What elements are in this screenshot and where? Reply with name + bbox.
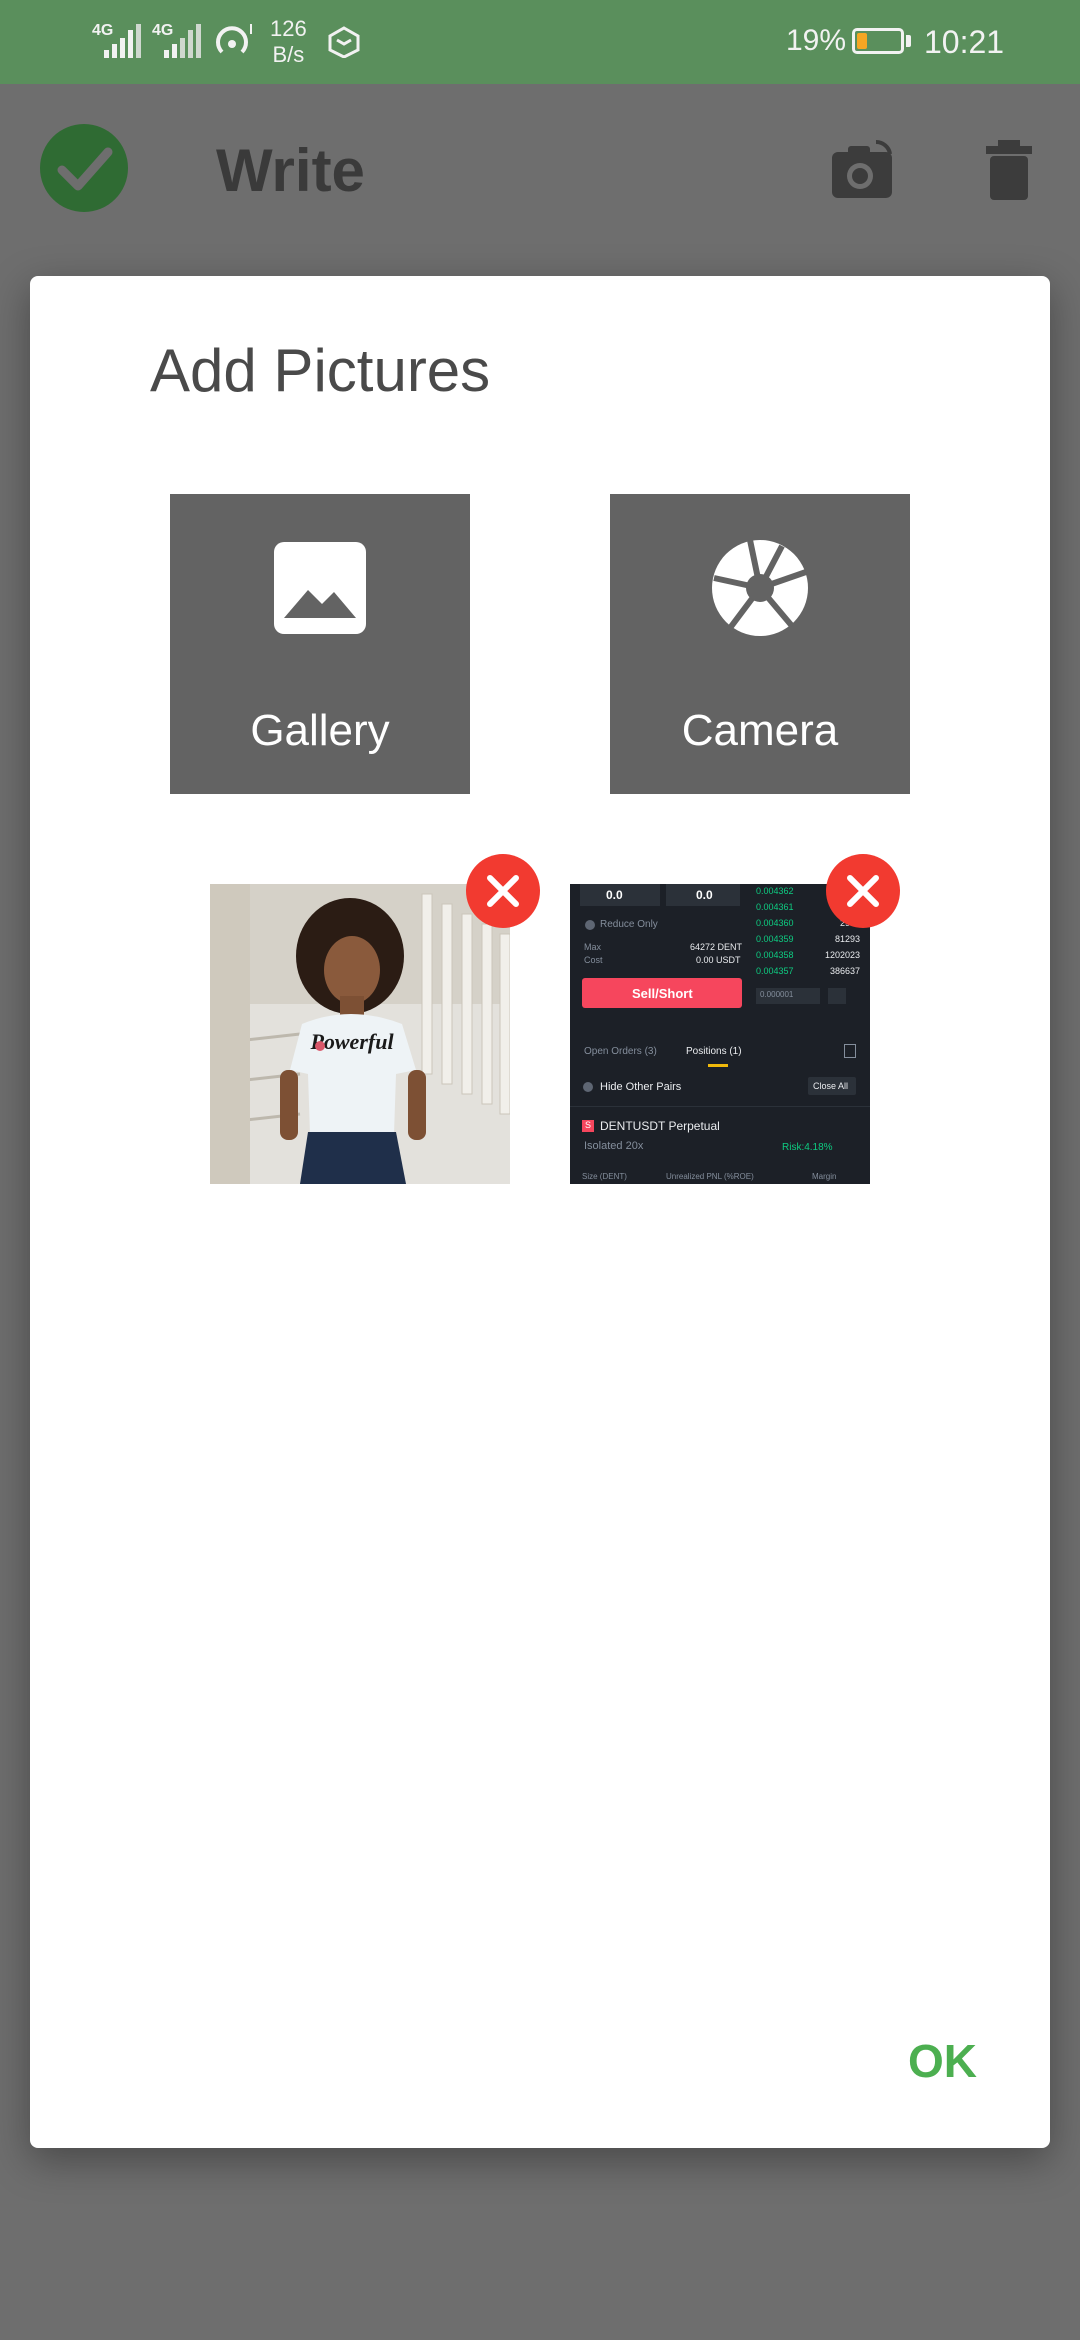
add-pictures-dialog: Add Pictures Gallery Camera Powerful 0.0…: [30, 276, 1050, 2148]
order-size: 1202023: [824, 950, 860, 960]
max-value: 64272 DENT: [690, 942, 743, 952]
step-select: 0.000001: [760, 990, 794, 999]
reduce-only-label: Reduce Only: [600, 919, 658, 930]
trash-icon[interactable]: [984, 140, 1034, 200]
signal-icon-2: [164, 24, 201, 58]
symbol-badge: S: [585, 1120, 592, 1130]
battery-icon: [852, 28, 904, 54]
picture-thumbnail-2[interactable]: 0.0 0.0 Reduce Only Max 64272 DENT Cost …: [570, 884, 870, 1184]
sell-short-button: Sell/Short: [632, 986, 693, 1001]
ok-button[interactable]: OK: [908, 2034, 977, 2088]
camera-icon[interactable]: [830, 136, 896, 202]
close-icon: [487, 875, 519, 907]
dialog-title: Add Pictures: [150, 337, 491, 404]
order-price: 0.004361: [756, 902, 794, 912]
price-input: 0.0: [606, 888, 623, 902]
remove-picture-1-button[interactable]: [466, 854, 540, 928]
symbol-name: DENTUSDT Perpetual: [600, 1119, 720, 1133]
camera-label: Camera: [681, 706, 839, 755]
tab-open-orders: Open Orders (3): [584, 1046, 657, 1057]
margin-column: Margin: [812, 1172, 837, 1181]
close-icon: [847, 875, 879, 907]
order-price: 0.004357: [756, 966, 794, 976]
status-bar: 4G 4G 126 B/s 19% 10:21: [0, 0, 1080, 84]
max-label: Max: [584, 942, 602, 952]
close-all-button: Close All: [813, 1081, 849, 1091]
signal-icon: [104, 24, 141, 58]
size-column: Size (DENT): [582, 1172, 627, 1181]
cost-value: 0.00 USDT: [696, 955, 741, 965]
hide-other-pairs: Hide Other Pairs: [600, 1081, 682, 1093]
order-price: 0.004362: [756, 886, 794, 896]
app-notification-icon: [328, 26, 360, 58]
network-speed: 126 B/s: [270, 16, 307, 68]
app-bar: Write: [0, 84, 1080, 260]
order-size: 81293: [834, 934, 860, 944]
isolated-leverage: Isolated 20x: [584, 1140, 644, 1152]
picture-thumbnail-1[interactable]: Powerful: [210, 884, 510, 1184]
speed-unit: B/s: [272, 42, 305, 67]
order-book-row: 0.004358 1202023: [756, 950, 866, 966]
order-price: 0.004360: [756, 918, 794, 928]
tab-positions: Positions (1): [686, 1046, 742, 1057]
check-icon[interactable]: [40, 124, 128, 212]
cost-label: Cost: [584, 955, 603, 965]
remove-picture-2-button[interactable]: [826, 854, 900, 928]
aperture-icon: [712, 539, 808, 636]
order-book-row: 0.004359 81293: [756, 934, 866, 950]
camera-button[interactable]: Camera: [610, 494, 910, 794]
page-title: Write: [216, 137, 365, 204]
battery-percentage: 19%: [786, 24, 847, 57]
gallery-button[interactable]: Gallery: [170, 494, 470, 794]
speed-value: 126: [270, 16, 307, 41]
woman-photo: Powerful: [210, 884, 510, 1184]
order-book-row: 0.004357 386637: [756, 966, 866, 982]
clock: 10:21: [924, 24, 1005, 60]
pnl-column: Unrealized PNL (%ROE): [666, 1172, 754, 1181]
order-price: 0.004359: [756, 934, 794, 944]
order-price: 0.004358: [756, 950, 794, 960]
image-icon: [274, 542, 366, 634]
risk-value: Risk:4.18%: [782, 1142, 833, 1153]
hotspot-icon: [216, 24, 252, 54]
order-size: 386637: [829, 966, 860, 976]
gallery-label: Gallery: [250, 706, 390, 755]
amount-input: 0.0: [696, 888, 713, 902]
